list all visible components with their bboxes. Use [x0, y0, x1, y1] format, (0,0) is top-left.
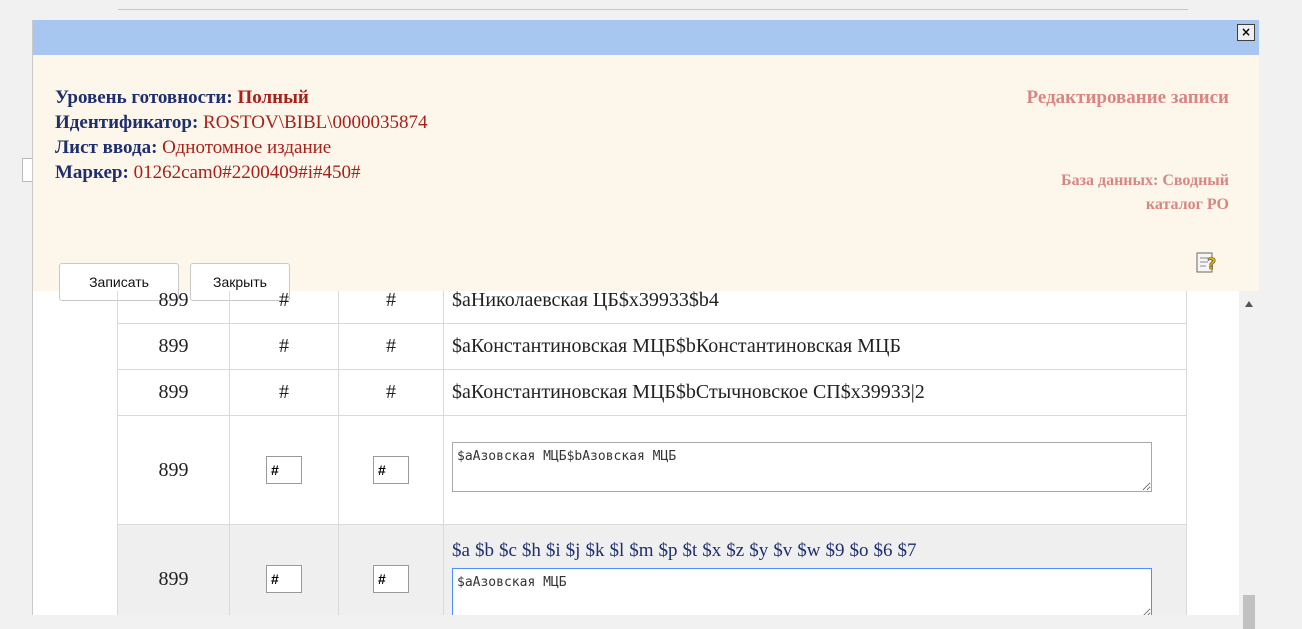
close-icon[interactable]: × — [1237, 24, 1255, 41]
field-tag: 899 — [117, 524, 230, 615]
table-row-active: 899 $a$b$c$h$i$j$k$l$m $p$t$x$z$y$v$w$9$o… — [117, 524, 1187, 615]
indicator-2-cell — [338, 524, 444, 615]
indicator-2: # — [338, 323, 444, 370]
svg-text:?: ? — [1207, 254, 1216, 273]
input-sheet-label: Лист ввода: — [55, 137, 158, 158]
marker-label: Маркер: — [55, 162, 129, 183]
input-sheet-line: Лист ввода: Однотомное издание — [55, 135, 428, 160]
subfield-link[interactable]: $k — [585, 540, 604, 561]
scroll-up-icon[interactable] — [1245, 301, 1253, 307]
identifier-line: Идентификатор: ROSTOV\BIBL\0000035874 — [55, 110, 428, 135]
indicator-2-input[interactable] — [373, 565, 409, 593]
readiness-label: Уровень готовности: — [55, 87, 233, 108]
field-data-textarea[interactable]: $aАзовская МЦБ$bАзовская МЦБ — [452, 442, 1152, 492]
table-row-editing: 899 $aАзовская МЦБ$bАзовская МЦБ — [117, 415, 1187, 525]
subfield-link[interactable]: $i — [546, 540, 561, 561]
indicator-1: # — [229, 369, 339, 416]
subfield-link[interactable]: $l — [609, 540, 624, 561]
indicator-2-cell — [338, 415, 444, 525]
field-data-textarea-active[interactable]: $aАзовская МЦБ — [452, 568, 1152, 615]
field-tag: 899 — [117, 323, 230, 370]
indicator-1: # — [229, 291, 339, 324]
field-tag: 899 — [117, 369, 230, 416]
subfield-link[interactable]: $m — [629, 540, 653, 561]
subfield-link[interactable]: $c — [499, 540, 517, 561]
field-data: $aКонстантиновская МЦБ$bСтычновское СП$x… — [443, 369, 1187, 416]
field-data: $aНиколаевская ЦБ$x39933$b4 — [443, 291, 1187, 324]
subfield-link[interactable]: $x — [702, 540, 721, 561]
readiness-value: Полный — [237, 87, 309, 108]
subfield-link[interactable]: $z — [726, 540, 744, 561]
subfield-link[interactable]: $a — [452, 540, 470, 561]
subfield-link[interactable]: $y — [749, 540, 768, 561]
indicator-1-cell — [229, 524, 339, 615]
readiness-line: Уровень готовности: Полный — [55, 85, 428, 110]
subfield-link[interactable]: $9 — [825, 540, 844, 561]
indicator-1: # — [229, 323, 339, 370]
indicator-2: # — [338, 369, 444, 416]
field-data-cell: $a $b $c $h $i $j $k $l $m $p $t $x $z $y $v $w $9 $o $6 $7… — [443, 524, 1187, 615]
subfield-link[interactable]: $j — [566, 540, 581, 561]
marker-line: Маркер: 01262cam0#2200409#i#450# — [55, 160, 428, 185]
background-divider — [118, 9, 1188, 10]
edit-record-dialog: × Уровень готовности: Полный Идентификат… — [32, 20, 1259, 629]
indicator-1-input[interactable] — [266, 565, 302, 593]
field-data-cell: $aАзовская МЦБ$bАзовская МЦБ — [443, 415, 1187, 525]
subfield-link[interactable]: $b — [475, 540, 494, 561]
subfield-link[interactable]: $w — [797, 540, 820, 561]
table-scrollbar[interactable] — [1239, 291, 1259, 629]
identifier-value: ROSTOV\BIBL\0000035874 — [203, 112, 428, 133]
subfield-links: $a $b $c $h $i $j $k $l $m $p $t $x $z $y $v $w $9 $o $6 $7 — [452, 540, 1185, 562]
table-row[interactable]: 899 # # $aКонстантиновская МЦБ$bКонстант… — [117, 323, 1187, 370]
field-tag: 899 — [117, 415, 230, 525]
scroll-thumb[interactable] — [1243, 595, 1255, 629]
record-header: Уровень готовности: Полный Идентификатор… — [33, 55, 1259, 301]
indicator-2: # — [338, 291, 444, 324]
identifier-label: Идентификатор: — [55, 112, 199, 133]
marker-value: 01262cam0#2200409#i#450# — [133, 162, 361, 183]
help-icon[interactable]: ? — [1195, 251, 1219, 275]
database-label: База данных: Сводный каталог РО — [1060, 172, 1229, 213]
subfield-link[interactable]: $o — [849, 540, 868, 561]
subfield-link[interactable]: $p — [659, 540, 678, 561]
subfield-link[interactable]: $t — [683, 540, 698, 561]
field-data: $aКонстантиновская МЦБ$bКонстантиновская… — [443, 323, 1187, 370]
indicator-2-input[interactable] — [373, 456, 409, 484]
indicator-1-input[interactable] — [266, 456, 302, 484]
input-sheet-value: Однотомное издание — [162, 137, 332, 158]
table-row[interactable]: 899 # # $aКонстантиновская МЦБ$bСтычновс… — [117, 369, 1187, 416]
field-tag: 899 — [117, 291, 230, 324]
subfield-link[interactable]: $h — [522, 540, 541, 561]
dialog-titlebar: × — [33, 20, 1259, 55]
indicator-1-cell — [229, 415, 339, 525]
subfield-link[interactable]: $7 — [897, 540, 916, 561]
fields-table-area: 899 # # $aНиколаевская ЦБ$x39933$b4 899 … — [117, 291, 1237, 615]
marc-fields-table: 899 # # $aНиколаевская ЦБ$x39933$b4 899 … — [117, 291, 1187, 615]
mode-title: Редактирование записи — [1026, 87, 1229, 108]
subfield-link[interactable]: $v — [773, 540, 792, 561]
subfield-link[interactable]: $6 — [873, 540, 892, 561]
record-status-info: Уровень готовности: Полный Идентификатор… — [55, 85, 428, 185]
table-row[interactable]: 899 # # $aНиколаевская ЦБ$x39933$b4 — [117, 291, 1187, 324]
